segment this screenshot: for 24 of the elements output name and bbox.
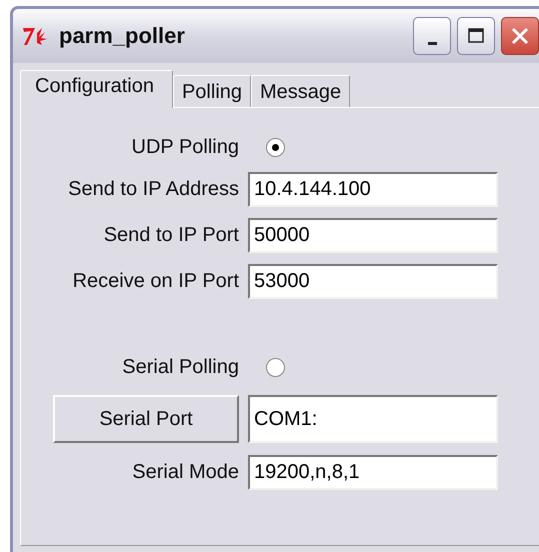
close-button[interactable]	[501, 17, 539, 55]
maximize-icon	[467, 27, 485, 45]
window-title: parm_poller	[59, 23, 186, 49]
input-field[interactable]: COM1:	[248, 395, 498, 443]
radio-label: Serial Polling	[121, 356, 239, 378]
tab[interactable]: Message	[251, 75, 350, 107]
serial-port-button[interactable]: Serial Port	[53, 395, 239, 443]
field-label: Serial Mode	[131, 461, 239, 484]
field-label: Receive on IP Port	[72, 270, 239, 293]
input-field[interactable]: 10.4.144.100	[248, 172, 498, 207]
close-icon	[510, 26, 530, 46]
radio-label: UDP Polling	[130, 136, 239, 158]
radio-button[interactable]	[266, 138, 285, 156]
input-field[interactable]: 53000	[248, 264, 498, 299]
tab[interactable]: Polling	[172, 75, 252, 107]
tab[interactable]: Configuration	[20, 70, 173, 108]
field-label: Send to IP Port	[102, 224, 239, 247]
field-label: Send to IP Address	[67, 178, 239, 201]
input-field[interactable]: 50000	[248, 218, 498, 253]
maximize-button[interactable]	[457, 17, 495, 55]
radio-button[interactable]	[266, 358, 285, 376]
minimize-icon	[428, 42, 436, 44]
input-field[interactable]: 19200,n,8,1	[248, 455, 498, 490]
minimize-button[interactable]	[413, 17, 451, 55]
